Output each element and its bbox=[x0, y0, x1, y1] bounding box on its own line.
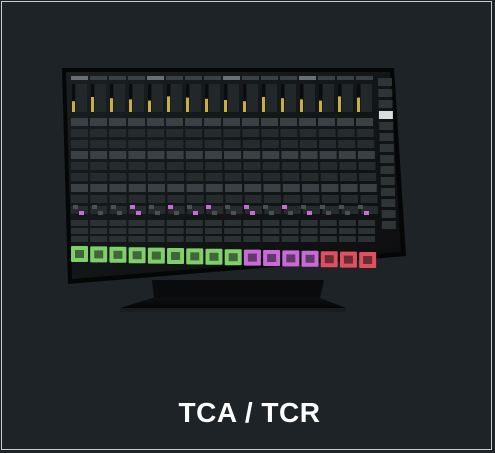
product-caption: TCA / TCR bbox=[178, 397, 321, 428]
monitor-stand bbox=[120, 280, 346, 312]
mixer-display-image bbox=[62, 68, 406, 312]
product-card[interactable]: TCA / TCR bbox=[1, 1, 492, 450]
mixer-screen bbox=[62, 68, 406, 284]
